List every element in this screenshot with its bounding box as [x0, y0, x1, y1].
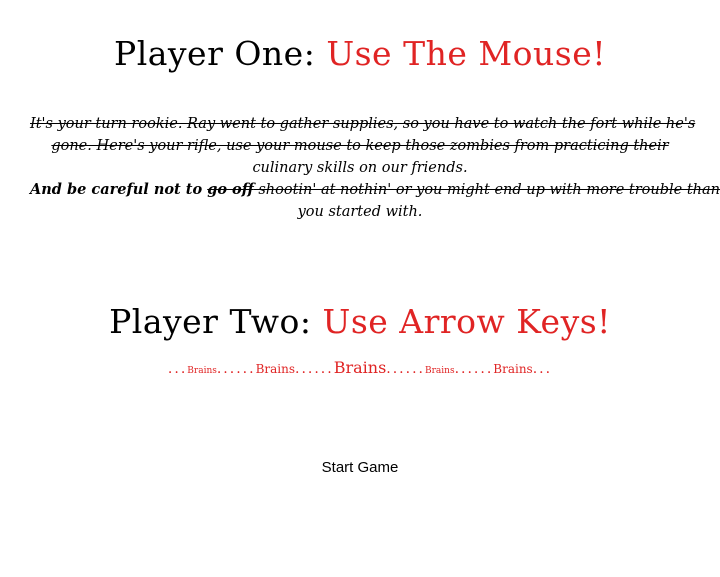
instructions-line-4: And be careful not to go off shootin' at…: [30, 179, 720, 201]
brains-decoration: ...Brains......Brains......Brains......B…: [0, 358, 720, 377]
start-game-label[interactable]: Start Game: [322, 459, 399, 476]
brains-dots: ......: [454, 361, 494, 377]
player-one-control: Use The Mouse!: [326, 34, 606, 73]
brains-word: Brains: [493, 362, 533, 376]
instructions-line-4-start: And be careful not to: [30, 181, 208, 198]
instructions-text: It's your turn rookie. Ray went to gathe…: [30, 113, 720, 223]
instructions-line-4-strike: go off: [207, 181, 254, 198]
instructions-line-1: It's your turn rookie. Ray went to gathe…: [30, 116, 696, 132]
brains-dots: ......: [295, 361, 334, 377]
player-two-control: Use Arrow Keys!: [322, 302, 611, 341]
player-two-heading: Player Two: Use Arrow Keys!: [0, 302, 720, 341]
instructions-line-2: gone. Here's your rifle, use your mouse …: [51, 138, 669, 154]
instructions-line-4-end: shootin' at nothin' or you might end up …: [253, 182, 720, 198]
brains-dots: ......: [216, 361, 256, 377]
brains-dots: ......: [386, 361, 425, 377]
brains-dots: ...: [167, 361, 188, 377]
player-two-label: Player Two:: [109, 302, 312, 341]
player-one-label: Player One:: [113, 34, 316, 73]
instructions-line-3: culinary skills on our friends.: [252, 160, 468, 176]
brains-word: Brains: [187, 366, 217, 376]
brains-dots: ...: [532, 361, 553, 377]
start-game-button[interactable]: Start Game: [0, 459, 720, 476]
instructions-line-5: you started with.: [297, 204, 423, 220]
brains-word: Brains: [424, 366, 455, 376]
player-one-heading: Player One: Use The Mouse!: [0, 34, 720, 73]
brains-word: Brains: [333, 358, 387, 377]
brains-word: Brains: [255, 362, 295, 376]
